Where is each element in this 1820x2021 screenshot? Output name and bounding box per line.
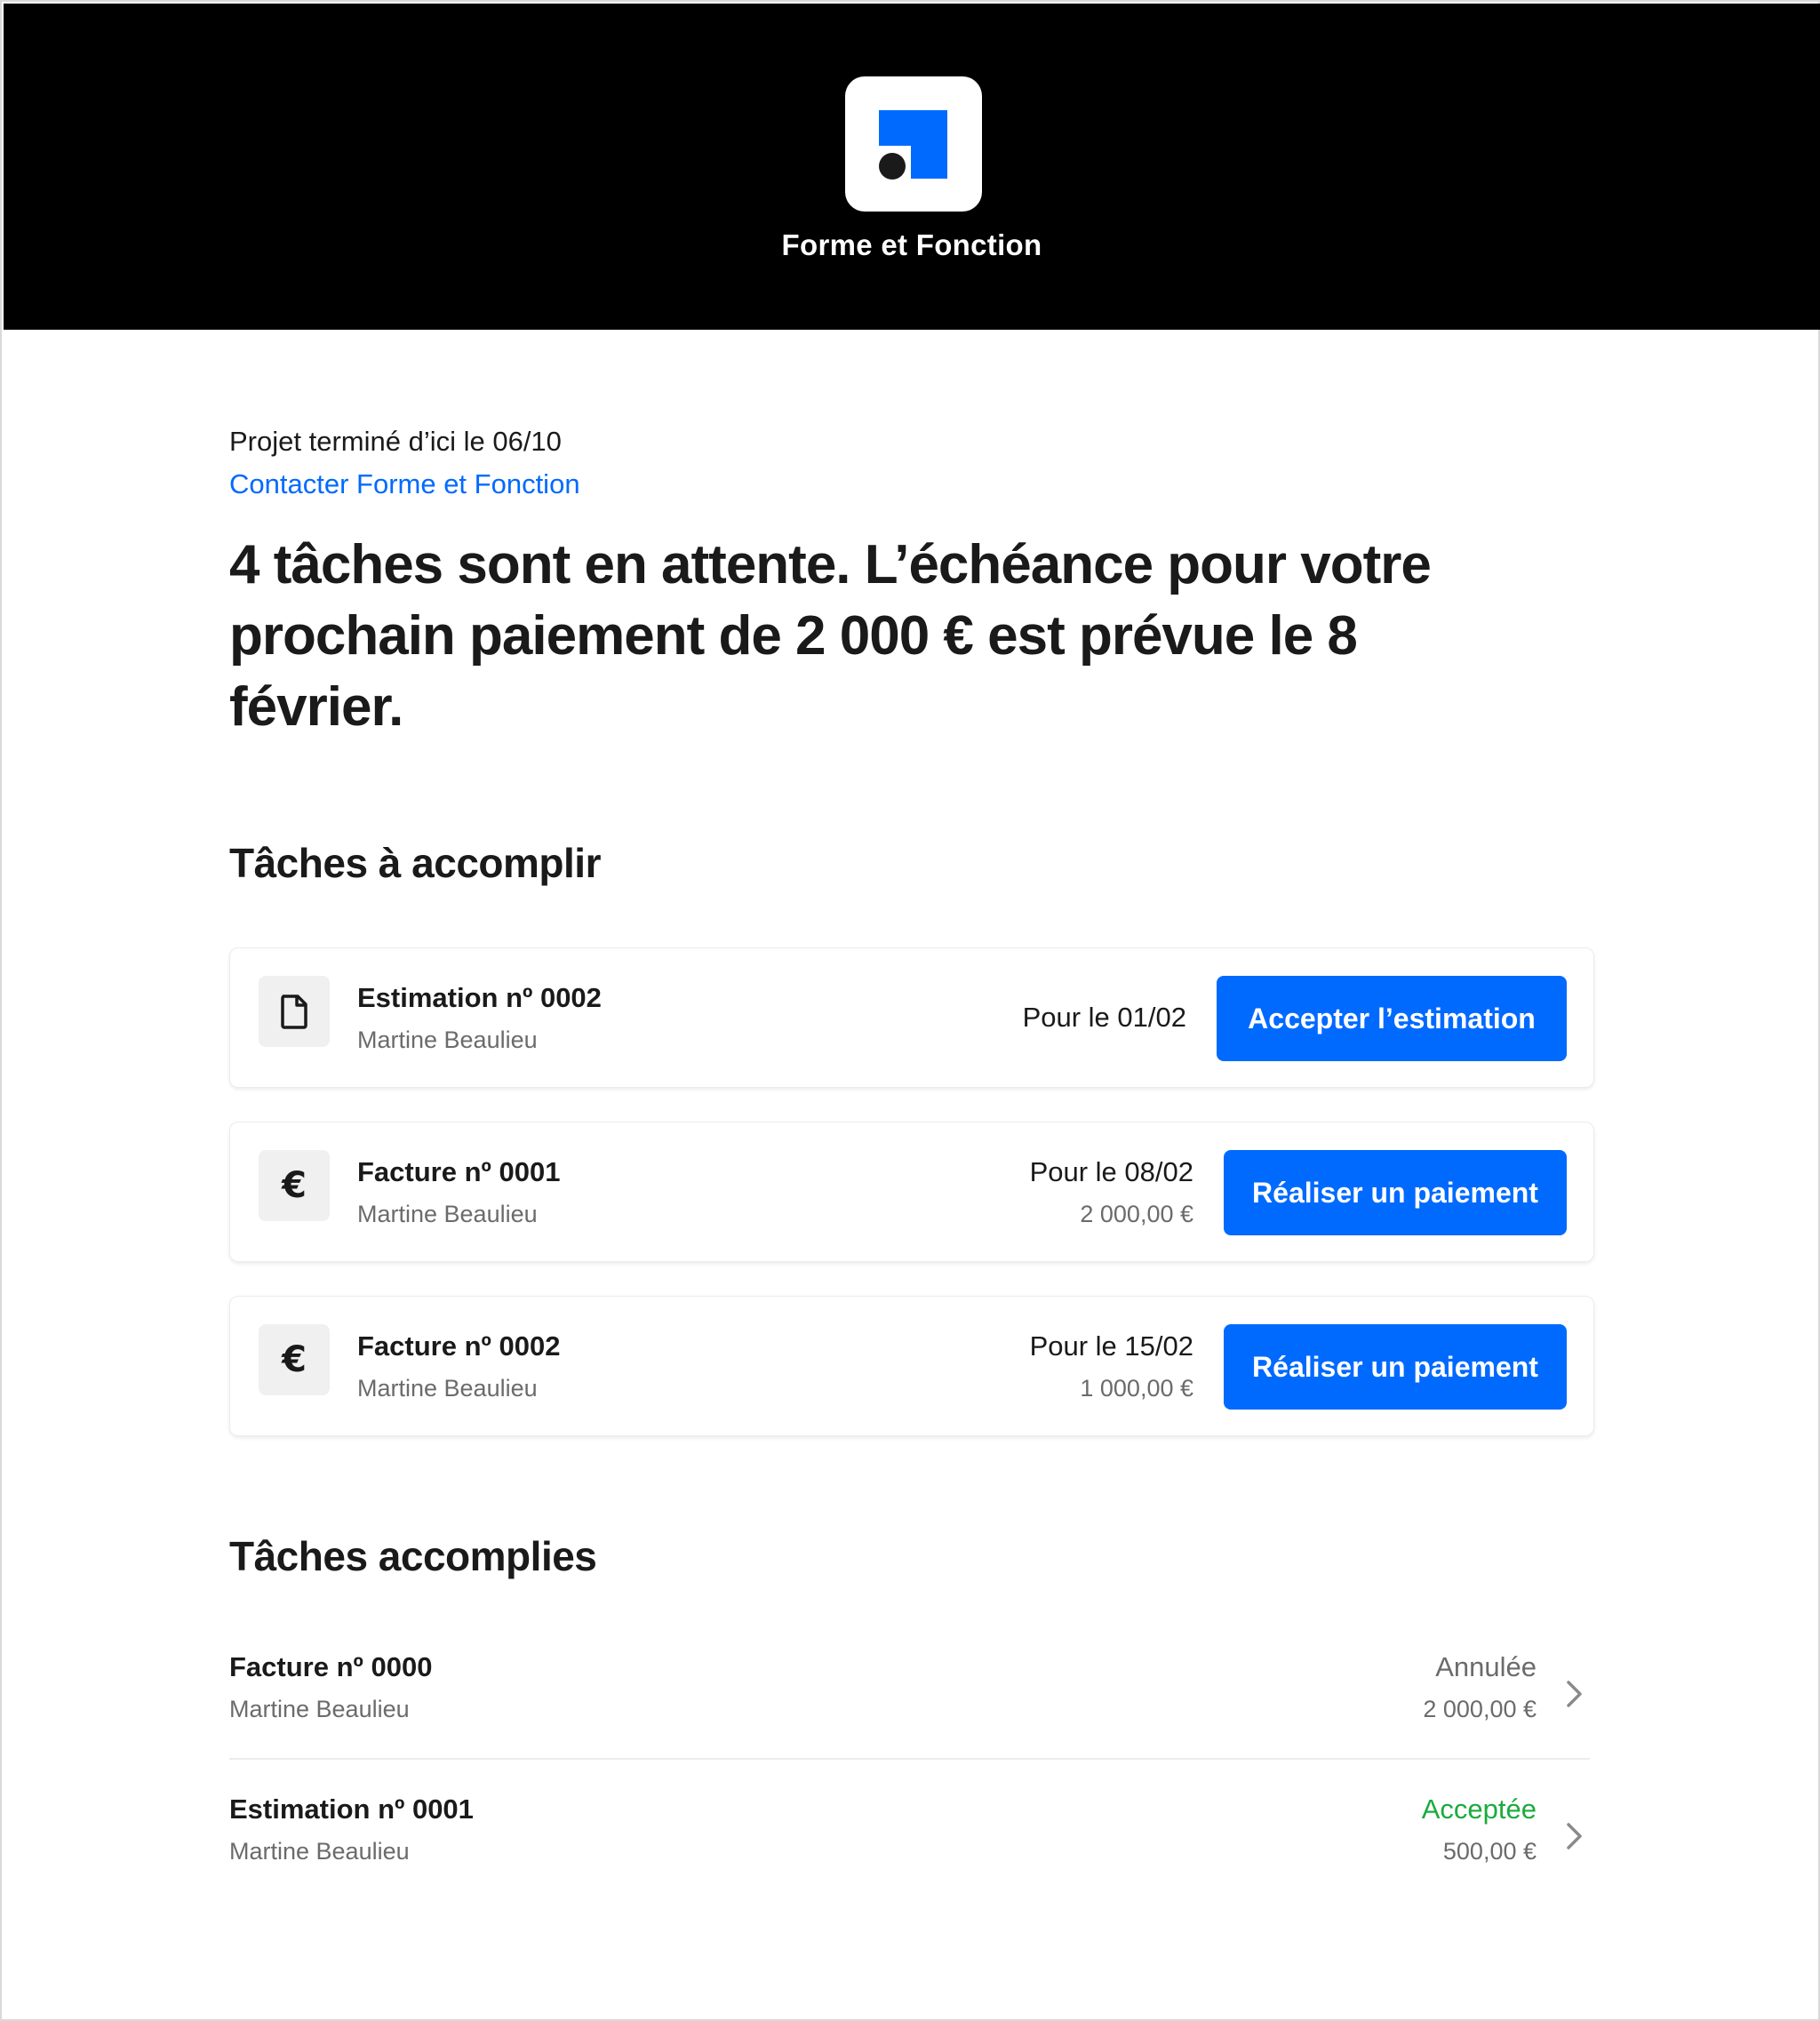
chevron-right-icon[interactable] [1561, 1818, 1587, 1854]
brand-name: Forme et Fonction [781, 228, 1042, 261]
page-frame: Forme et Fonction Projet terminé d’ici l… [0, 0, 1820, 2021]
task-due-date: Pour le 08/02 [1029, 1156, 1193, 1187]
status-badge: Annulée [1435, 1651, 1537, 1682]
task-due-date: Pour le 01/02 [1022, 1002, 1186, 1033]
task-client: Martine Beaulieu [357, 1375, 538, 1402]
status-badge: Acceptée [1421, 1793, 1537, 1825]
task-name: Estimation nº 0002 [357, 982, 602, 1013]
contact-link[interactable]: Contacter Forme et Fonction [229, 468, 580, 500]
task-card-estimation-0002: Estimation nº 0002 Martine Beaulieu Pour… [229, 947, 1594, 1088]
completed-item-amount: 2 000,00 € [1423, 1696, 1537, 1722]
page-headline: 4 tâches sont en attente. L’échéance pou… [229, 534, 1432, 738]
euro-icon: € [259, 1324, 330, 1395]
chevron-right-icon[interactable] [1561, 1676, 1587, 1712]
completed-item-client: Martine Beaulieu [229, 1696, 410, 1722]
completed-item-name: Facture nº 0000 [229, 1651, 433, 1682]
accept-estimate-button[interactable]: Accepter l’estimation [1217, 976, 1567, 1061]
completed-item-invoice-0000[interactable]: Facture nº 0000 Martine Beaulieu Annulée… [229, 1627, 1594, 1769]
completed-item-client: Martine Beaulieu [229, 1838, 410, 1865]
project-deadline: Projet terminé d’ici le 06/10 [229, 426, 562, 457]
task-due-date: Pour le 15/02 [1029, 1330, 1193, 1362]
task-name: Facture nº 0001 [357, 1156, 561, 1187]
euro-icon: € [259, 1150, 330, 1221]
task-amount: 2 000,00 € [1080, 1201, 1193, 1227]
make-payment-button[interactable]: Réaliser un paiement [1224, 1324, 1567, 1410]
completed-item-estimation-0001[interactable]: Estimation nº 0001 Martine Beaulieu Acce… [229, 1769, 1594, 1912]
task-card-invoice-0002: € Facture nº 0002 Martine Beaulieu Pour … [229, 1296, 1594, 1436]
completed-item-name: Estimation nº 0001 [229, 1793, 474, 1825]
task-card-invoice-0001: € Facture nº 0001 Martine Beaulieu Pour … [229, 1122, 1594, 1262]
completed-section-title: Tâches accomplies [229, 1533, 597, 1579]
task-amount: 1 000,00 € [1080, 1375, 1193, 1402]
task-name: Facture nº 0002 [357, 1330, 561, 1362]
task-client: Martine Beaulieu [357, 1201, 538, 1227]
logo-mark-icon [879, 110, 947, 180]
task-client: Martine Beaulieu [357, 1026, 538, 1053]
brand-logo [845, 76, 982, 212]
completed-item-amount: 500,00 € [1442, 1838, 1537, 1865]
pending-section-title: Tâches à accomplir [229, 840, 601, 886]
document-icon [259, 976, 330, 1047]
make-payment-button[interactable]: Réaliser un paiement [1224, 1150, 1567, 1235]
header: Forme et Fonction [4, 4, 1820, 330]
row-divider [229, 1758, 1590, 1760]
